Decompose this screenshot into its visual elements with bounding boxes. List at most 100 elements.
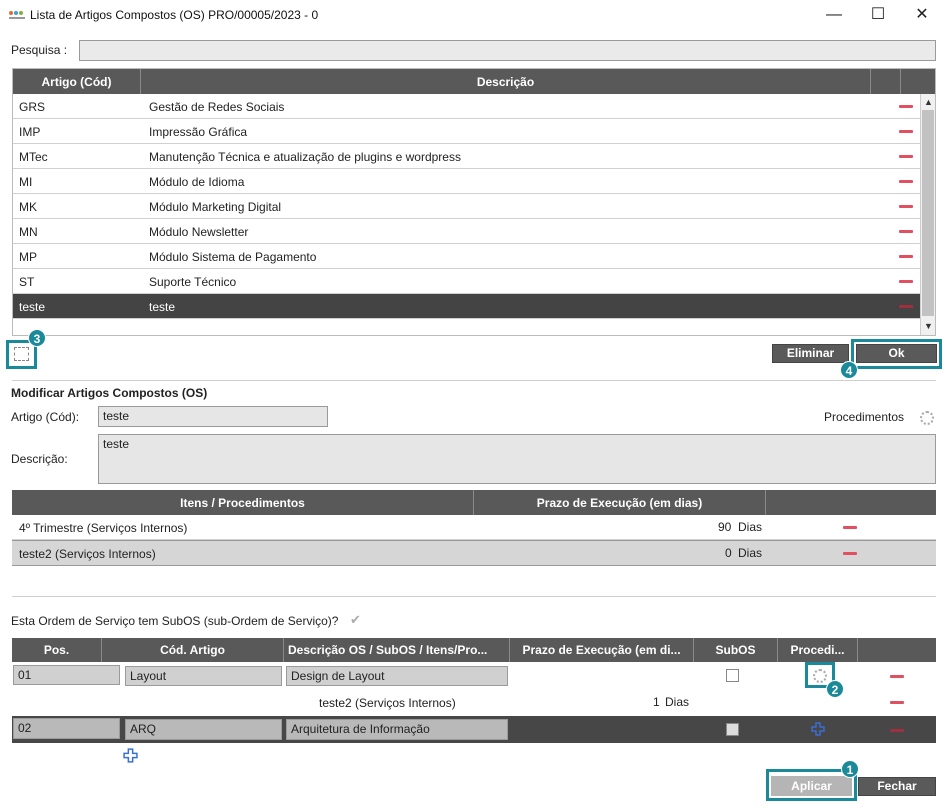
header-spacer: [766, 490, 936, 515]
row-desc: Módulo Sistema de Pagamento: [149, 250, 317, 264]
header-subos[interactable]: SubOS: [694, 638, 778, 662]
section-title: Modificar Artigos Compostos (OS): [11, 386, 208, 400]
remove-icon[interactable]: [899, 255, 913, 258]
subos-checkbox[interactable]: ✔: [350, 612, 361, 628]
row-code: teste: [19, 300, 46, 314]
scroll-down-icon[interactable]: ▼: [924, 321, 933, 331]
articles-table: Artigo (Cód) Descrição GRS Gestão de Rede…: [12, 68, 936, 336]
table-row[interactable]: GRS Gestão de Redes Sociais: [13, 94, 920, 119]
pos-field[interactable]: 01: [13, 665, 120, 685]
items-table-header: Itens / Procedimentos Prazo de Execução …: [12, 490, 936, 515]
row-desc: Manutenção Técnica e atualização de plug…: [149, 150, 461, 164]
gear-icon[interactable]: [920, 411, 934, 425]
item-name: teste2 (Serviços Internos): [19, 547, 156, 561]
code-field[interactable]: teste: [98, 406, 328, 427]
header-cod-artigo[interactable]: Cód. Artigo: [102, 638, 284, 662]
aplicar-button[interactable]: Aplicar: [771, 776, 852, 796]
table-row[interactable]: MN Módulo Newsletter: [13, 219, 920, 244]
scrollbar[interactable]: ▲ ▼: [920, 94, 935, 335]
item-days: 90: [718, 520, 732, 534]
item-unit: Dias: [738, 546, 763, 560]
row-desc: Gestão de Redes Sociais: [149, 100, 285, 114]
header-prazo[interactable]: Prazo de Execução (em dias): [474, 490, 766, 515]
row-code: MP: [19, 250, 37, 264]
scroll-up-icon[interactable]: ▲: [924, 97, 933, 107]
header-itens[interactable]: Itens / Procedimentos: [12, 490, 474, 515]
table-row-selected[interactable]: teste teste: [13, 294, 920, 319]
header-descricao-os[interactable]: Descrição OS / SubOS / Itens/Pro...: [284, 638, 510, 662]
header-pos[interactable]: Pos.: [12, 638, 102, 662]
callout-badge-3: 3: [28, 329, 46, 347]
remove-icon[interactable]: [890, 675, 904, 678]
gear-icon[interactable]: [813, 669, 827, 683]
description-textarea[interactable]: teste: [98, 434, 936, 484]
table-row[interactable]: 01 Layout Design de Layout: [12, 662, 936, 689]
maximize-button[interactable]: ☐: [866, 4, 890, 26]
desc-field[interactable]: Arquitetura de Informação: [286, 719, 508, 740]
remove-icon[interactable]: [899, 230, 913, 233]
divider: [12, 380, 936, 381]
subos-table-header: Pos. Cód. Artigo Descrição OS / SubOS / …: [12, 638, 936, 662]
remove-icon[interactable]: [843, 526, 857, 529]
remove-icon[interactable]: [899, 180, 913, 183]
table-row[interactable]: teste2 (Serviços Internos) 0 Dias: [12, 540, 936, 566]
table-row-selected[interactable]: 02 ARQ Arquitetura de Informação: [12, 716, 936, 743]
row-code: MTec: [19, 150, 48, 164]
add-row-icon[interactable]: [123, 748, 138, 763]
table-row[interactable]: MK Módulo Marketing Digital: [13, 194, 920, 219]
row-desc: Módulo de Idioma: [149, 175, 245, 189]
header-procedimentos[interactable]: Procedi...: [778, 638, 858, 662]
fechar-button[interactable]: Fechar: [858, 777, 936, 796]
remove-icon[interactable]: [899, 130, 913, 133]
table-row[interactable]: IMP Impressão Gráfica: [13, 119, 920, 144]
remove-icon[interactable]: [899, 305, 913, 308]
sub-item-days: 1: [653, 695, 660, 709]
articles-table-header: Artigo (Cód) Descrição: [13, 69, 935, 94]
table-row[interactable]: MI Módulo de Idioma: [13, 169, 920, 194]
select-area-icon[interactable]: [14, 347, 29, 361]
table-row[interactable]: MTec Manutenção Técnica e atualização de …: [13, 144, 920, 169]
subos-question: Esta Ordem de Serviço tem SubOS (sub-Ord…: [11, 614, 339, 628]
eliminar-button[interactable]: Eliminar: [772, 344, 849, 363]
window-title: Lista de Artigos Compostos (OS) PRO/0000…: [30, 8, 319, 22]
sub-item-row[interactable]: teste2 (Serviços Internos) 1 Dias: [12, 690, 936, 714]
item-days: 0: [725, 546, 732, 560]
ok-button[interactable]: Ok: [856, 344, 937, 363]
row-desc: Módulo Marketing Digital: [149, 200, 282, 214]
code-field[interactable]: Layout: [125, 666, 282, 686]
item-unit: Dias: [738, 520, 763, 534]
header-spacer: [858, 638, 936, 662]
callout-badge-1: 1: [841, 760, 859, 778]
code-field[interactable]: ARQ: [125, 719, 282, 740]
table-row[interactable]: 4º Trimestre (Serviços Internos) 90 Dias: [12, 515, 936, 540]
remove-icon[interactable]: [899, 205, 913, 208]
desc-field[interactable]: Design de Layout: [286, 666, 508, 686]
row-code: IMP: [19, 125, 41, 139]
subos-row-checkbox[interactable]: [726, 669, 739, 682]
remove-icon[interactable]: [890, 701, 904, 704]
table-row[interactable]: ST Suporte Técnico: [13, 269, 920, 294]
remove-icon[interactable]: [890, 729, 904, 732]
subos-row-checkbox[interactable]: [726, 723, 739, 736]
add-icon[interactable]: [811, 722, 825, 736]
header-descricao[interactable]: Descrição: [141, 69, 871, 94]
pos-field[interactable]: 02: [13, 718, 120, 739]
row-code: GRS: [19, 100, 46, 114]
header-artigo-cod[interactable]: Artigo (Cód): [13, 69, 141, 94]
close-button[interactable]: ✕: [910, 4, 934, 26]
row-desc: teste: [149, 300, 176, 314]
table-row[interactable]: MP Módulo Sistema de Pagamento: [13, 244, 920, 269]
header-prazo-exec[interactable]: Prazo de Execução (em di...: [510, 638, 694, 662]
app-logo-icon: [9, 11, 25, 19]
remove-icon[interactable]: [899, 280, 913, 283]
remove-icon[interactable]: [843, 552, 857, 555]
search-input[interactable]: [79, 40, 936, 61]
sub-item-unit: Dias: [665, 695, 690, 709]
scroll-thumb[interactable]: [922, 110, 934, 316]
remove-icon[interactable]: [899, 155, 913, 158]
remove-icon[interactable]: [899, 105, 913, 108]
articles-table-body: GRS Gestão de Redes Sociais IMP Impressão …: [13, 94, 920, 337]
row-code: ST: [19, 275, 35, 289]
title-bar: Lista de Artigos Compostos (OS) PRO/0000…: [0, 0, 950, 30]
minimize-button[interactable]: —: [822, 4, 846, 26]
